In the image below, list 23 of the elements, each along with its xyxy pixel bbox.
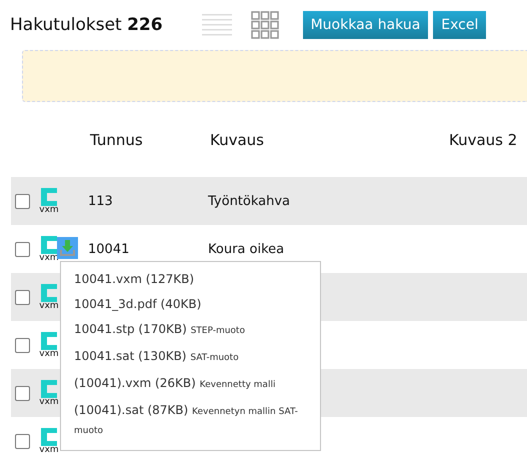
download-link[interactable]: (10041).sat (87KB) Kevennetyn mallin SAT-muoto xyxy=(61,398,320,444)
column-header[interactable]: Tunnus xyxy=(90,130,210,148)
column-header[interactable]: Kuvaus xyxy=(210,130,449,148)
column-header[interactable]: Kuvaus 2 xyxy=(449,130,518,148)
row-checkbox[interactable] xyxy=(15,386,30,400)
code-cell-text: 113 xyxy=(88,194,114,208)
grid-view-icon[interactable] xyxy=(250,11,279,39)
download-link[interactable]: 10041.vxm (127KB) xyxy=(61,267,320,292)
export-button[interactable]: Excel xyxy=(433,11,486,39)
edit-search-button[interactable]: Muokkaa hakua xyxy=(302,11,428,39)
download-link[interactable]: 10041.stp (170KB) STEP-muoto xyxy=(61,317,320,344)
row-checkbox[interactable] xyxy=(15,338,30,352)
code-cell-text: 10041 xyxy=(88,242,130,256)
download-link[interactable]: (10041).vxm (26KB) Kevennetty malli xyxy=(61,371,320,398)
row-checkbox[interactable] xyxy=(15,194,30,208)
download-link[interactable]: 10041.sat (130KB) SAT-muoto xyxy=(61,344,320,371)
description-cell: Työntökahva xyxy=(208,194,290,208)
row-checkbox[interactable] xyxy=(15,290,30,304)
description-cell: Koura oikea xyxy=(208,242,284,256)
row-checkbox[interactable] xyxy=(15,434,30,448)
results-title: Hakutulokset 226 xyxy=(10,15,163,35)
download-link[interactable]: 10041_3d.pdf (40KB) xyxy=(61,292,320,317)
row-checkbox[interactable] xyxy=(15,242,30,256)
